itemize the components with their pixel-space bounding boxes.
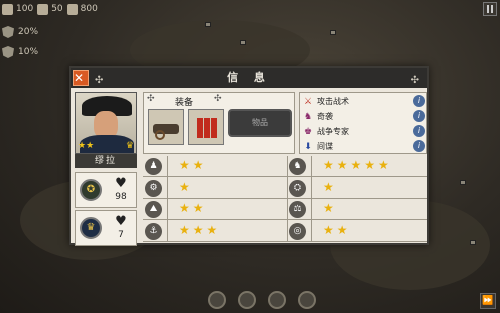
city-marker[interactable] — [205, 22, 211, 27]
stat-row: ⛰ ★★ — [143, 199, 287, 220]
medal-slot[interactable]: ♛ ♥ 7 — [75, 210, 137, 246]
general-info-dialog: ✕ ✣ 信 息 ✣ ★★ ♛ 缪拉 ✪ ♥ 98 ♛ ♥ 7 ✣ 装备 ✣ 物品… — [69, 66, 429, 246]
rank-stars-icon: ★★ — [78, 141, 95, 151]
crossed-swords-icon: ⚔ — [303, 96, 313, 107]
pause-button[interactable] — [483, 2, 497, 16]
dialog-title-bar: ✕ ✣ 信 息 ✣ — [71, 68, 427, 88]
star-rating: ★ — [179, 179, 193, 194]
trait-label: 奇袭 — [317, 112, 333, 121]
fast-forward-button[interactable]: ⏩ — [480, 293, 496, 309]
trait-row[interactable]: ⬇ 间谍 i — [300, 139, 428, 154]
infantry-icon: ♟ — [145, 158, 162, 175]
close-button[interactable]: ✕ — [73, 70, 89, 86]
navy-icon: ⚓ — [145, 222, 162, 240]
star-rating: ★★ — [323, 222, 351, 237]
equipment-panel: ✣ 装备 ✣ 物品 — [143, 92, 295, 154]
stat-row: ◎ ★★ — [287, 221, 427, 242]
bottom-action-button[interactable] — [268, 291, 286, 309]
city-marker[interactable] — [460, 180, 466, 185]
cavalry-icon: ♞ — [289, 158, 306, 175]
industry-icon — [37, 3, 49, 15]
resource-item: 800 — [66, 3, 98, 15]
info-icon[interactable]: i — [413, 95, 425, 107]
star-rating: ★★★ — [179, 222, 221, 237]
defense-icon: ◎ — [289, 222, 306, 240]
dialog-title: 信 息 — [227, 71, 271, 84]
traits-panel: ⚔ 攻击战术 i ♞ 奇袭 i ♚ 战争专家 i ⬇ 间谍 i — [299, 92, 427, 154]
stat-row: ⚙ ★ — [143, 178, 287, 199]
gold-icon — [2, 3, 13, 15]
star-rating: ★★ — [179, 158, 207, 172]
city-marker[interactable] — [330, 30, 336, 35]
trait-row[interactable]: ♞ 奇袭 i — [300, 109, 428, 124]
trait-label: 攻击战术 — [317, 97, 349, 106]
tank-icon: ⛰ — [145, 201, 162, 218]
dynamite-equipment-slot[interactable] — [188, 109, 224, 145]
info-icon[interactable]: i — [413, 140, 425, 152]
medal-slot[interactable]: ✪ ♥ 98 — [75, 172, 137, 208]
general-name: 缪拉 — [75, 154, 137, 168]
city-marker[interactable] — [240, 40, 246, 45]
equipment-header: 装备 — [174, 98, 193, 108]
unit-stats-right: ♞ ★★★★★ ⛭ ★ ⚖ ★ ◎ ★★ — [287, 156, 427, 242]
resource-item: 100 — [2, 3, 33, 15]
star-rating: ★★ — [179, 201, 207, 215]
stat-row: ♟ ★★ — [143, 156, 287, 177]
trait-label: 战争专家 — [317, 127, 349, 136]
general-portrait: ★★ ♛ — [75, 92, 137, 154]
heart-icon: ♥ — [115, 176, 127, 191]
pause-icon — [487, 5, 489, 13]
army-medal-icon: ✪ — [80, 179, 102, 201]
bottom-action-button[interactable] — [238, 291, 256, 309]
resource-bar: 100 50 800 — [0, 0, 140, 18]
star-rating: ★ — [323, 179, 337, 194]
shield-icon — [2, 46, 14, 58]
bonus-stat: 10% — [2, 46, 38, 58]
stat-row: ⚓ ★★★ — [143, 221, 287, 242]
supply-icon: ⛭ — [289, 179, 306, 197]
item-button[interactable]: 物品 — [228, 109, 292, 137]
unit-stats-left: ♟ ★★ ⚙ ★ ⛰ ★★ ⚓ ★★★ — [143, 156, 287, 242]
ornament-icon: ✣ — [95, 75, 104, 86]
trait-label: 间谍 — [317, 142, 333, 151]
stat-row: ♞ ★★★★★ — [287, 156, 427, 177]
resource-item: 50 — [37, 3, 63, 15]
bonus-stat: 20% — [2, 26, 38, 38]
bottom-action-button[interactable] — [298, 291, 316, 309]
medal-icon — [66, 3, 78, 15]
info-icon[interactable]: i — [413, 125, 425, 137]
shield-icon — [2, 26, 14, 38]
trait-row[interactable]: ♚ 战争专家 i — [300, 124, 428, 139]
crown-medal-icon: ♛ — [80, 217, 102, 239]
ornament-icon: ✣ — [214, 94, 222, 104]
star-rating: ★ — [323, 201, 337, 215]
ornament-icon: ✣ — [410, 75, 419, 86]
heart-plus-icon: ♥ — [115, 214, 127, 229]
star-rating: ★★★★★ — [323, 158, 392, 172]
raid-icon: ♞ — [303, 111, 313, 122]
trait-row[interactable]: ⚔ 攻击战术 i — [300, 94, 428, 109]
rank-crown-icon: ♛ — [125, 141, 134, 151]
game-map[interactable]: 100 50 800 20% 10% ⏩ ✕ ✣ 信 息 ✣ ★★ ♛ 缪拉 ✪… — [0, 0, 500, 313]
city-marker[interactable] — [470, 240, 476, 245]
medal-value: 7 — [118, 230, 124, 240]
stat-row: ⚖ ★ — [287, 199, 427, 220]
expert-icon: ♚ — [303, 126, 313, 137]
artillery-icon: ⚙ — [145, 179, 162, 197]
justice-icon: ⚖ — [289, 201, 306, 218]
spy-icon: ⬇ — [304, 141, 312, 152]
cannon-equipment-slot[interactable] — [148, 109, 184, 145]
info-icon[interactable]: i — [413, 110, 425, 122]
medal-value: 98 — [115, 192, 127, 202]
bottom-action-button[interactable] — [208, 291, 226, 309]
dynamite-icon — [197, 118, 203, 138]
stat-row: ⛭ ★ — [287, 178, 427, 199]
